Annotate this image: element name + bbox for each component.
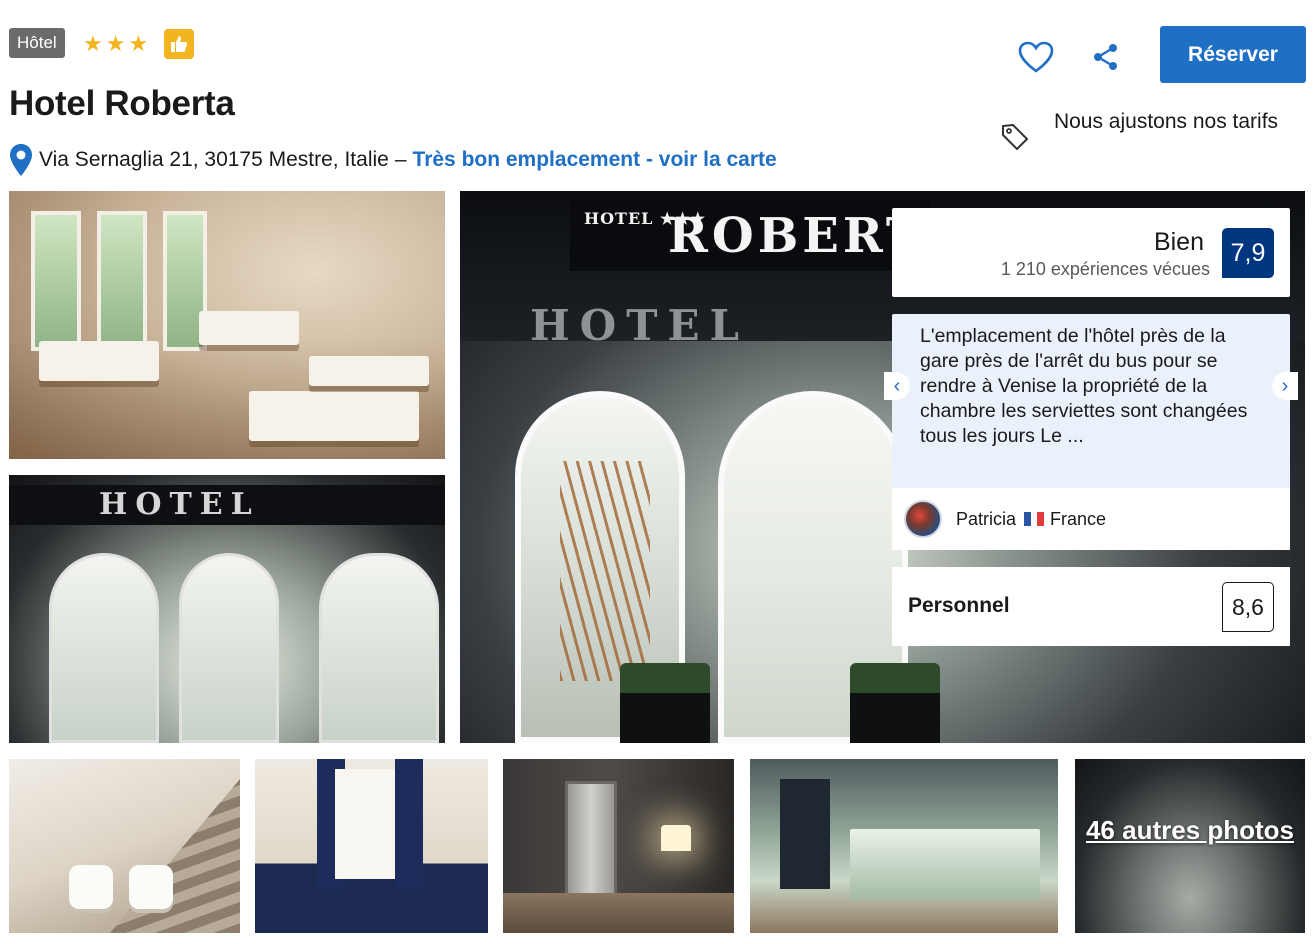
save-button[interactable]: [1017, 38, 1055, 76]
arch: [179, 553, 279, 743]
address-text: Via Sernaglia 21, 30175 Mestre, Italie: [39, 148, 389, 171]
reception-desk: [850, 829, 1040, 899]
tag-icon: [1002, 124, 1028, 150]
review-text: L'emplacement de l'hôtel près de la gare…: [920, 325, 1248, 447]
price-note: Nous ajustons nos tarifs: [1053, 110, 1279, 133]
location-pin-icon: [10, 144, 32, 176]
rating-label: Bien: [1153, 228, 1204, 256]
lamp: [661, 825, 691, 851]
chevron-left-icon: ‹: [893, 374, 901, 397]
review-count: 1 210 expériences vécues: [1000, 259, 1210, 279]
france-flag-icon: [1024, 512, 1045, 526]
armchair: [129, 865, 173, 909]
author-country: France: [1050, 508, 1107, 529]
address-separator: –: [394, 148, 407, 171]
table: [199, 311, 299, 345]
wall-panel: [780, 779, 830, 889]
staff-score-card[interactable]: Personnel 8,6: [892, 567, 1290, 646]
chevron-right-icon: ›: [1281, 374, 1289, 397]
thumbnail-more-photos[interactable]: 46 autres photos: [1075, 759, 1305, 933]
curtain: [395, 759, 423, 889]
star-icon: ★: [128, 31, 149, 56]
table: [39, 341, 159, 381]
share-button[interactable]: [1087, 38, 1125, 76]
window: [31, 211, 81, 351]
photo-dining-room[interactable]: [9, 191, 445, 459]
thumbnail-elevator[interactable]: [503, 759, 734, 933]
review-prev-button[interactable]: ‹: [884, 372, 910, 400]
address-row: Via Sernaglia 21, 30175 Mestre, Italie –…: [9, 143, 777, 177]
reserve-button[interactable]: Réserver: [1160, 26, 1306, 83]
review-author: Patricia France: [892, 488, 1290, 550]
heart-icon: [1018, 41, 1054, 73]
more-photos-link[interactable]: 46 autres photos: [1075, 815, 1305, 846]
thumbnail-lounge[interactable]: [9, 759, 240, 933]
star-icon: ★: [105, 31, 126, 56]
planter: [620, 663, 710, 743]
entrance-sign: HOTEL: [9, 485, 445, 525]
table: [249, 391, 419, 441]
staff-label: Personnel: [908, 594, 1010, 617]
review-next-button[interactable]: ›: [1272, 372, 1298, 400]
window: [335, 769, 395, 879]
rating-score-badge: 7,9: [1222, 228, 1274, 278]
hotel-sign-small: HOTEL ★★★: [584, 209, 707, 228]
table: [309, 356, 429, 386]
review-card[interactable]: L'emplacement de l'hôtel près de la gare…: [884, 314, 1298, 550]
rating-card[interactable]: Bien 1 210 expériences vécues 7,9: [892, 208, 1290, 297]
staff-score-badge: 8,6: [1222, 582, 1274, 632]
hotel-title: Hotel Roberta: [9, 84, 235, 123]
hotel-sign: HOTEL ★★★ ROBERTA: [570, 201, 960, 271]
thumbnail-bedroom[interactable]: [255, 759, 488, 933]
star-icon: ★: [83, 31, 103, 56]
map-link[interactable]: Très bon emplacement - voir la carte: [413, 148, 777, 172]
dark-overlay: [1075, 759, 1305, 933]
arch: [49, 553, 159, 743]
thumbs-up-icon[interactable]: [164, 29, 194, 59]
planter: [850, 663, 940, 743]
author-name: Patricia: [956, 508, 1017, 529]
share-icon: [1094, 44, 1117, 70]
star-rating: ★ ★ ★: [83, 30, 148, 58]
awning-text: HOTEL: [530, 301, 750, 350]
hotel-type-badge: Hôtel: [9, 28, 65, 58]
arch: [319, 553, 439, 743]
elevator-door: [565, 781, 617, 901]
photo-entrance[interactable]: HOTEL: [9, 475, 445, 743]
avatar: [904, 500, 942, 538]
thumbnail-reception[interactable]: [750, 759, 1058, 933]
floor: [503, 893, 734, 933]
window: [97, 211, 147, 351]
staircase: [110, 779, 240, 933]
decorative-reeds: [560, 461, 650, 681]
armchair: [69, 865, 113, 909]
